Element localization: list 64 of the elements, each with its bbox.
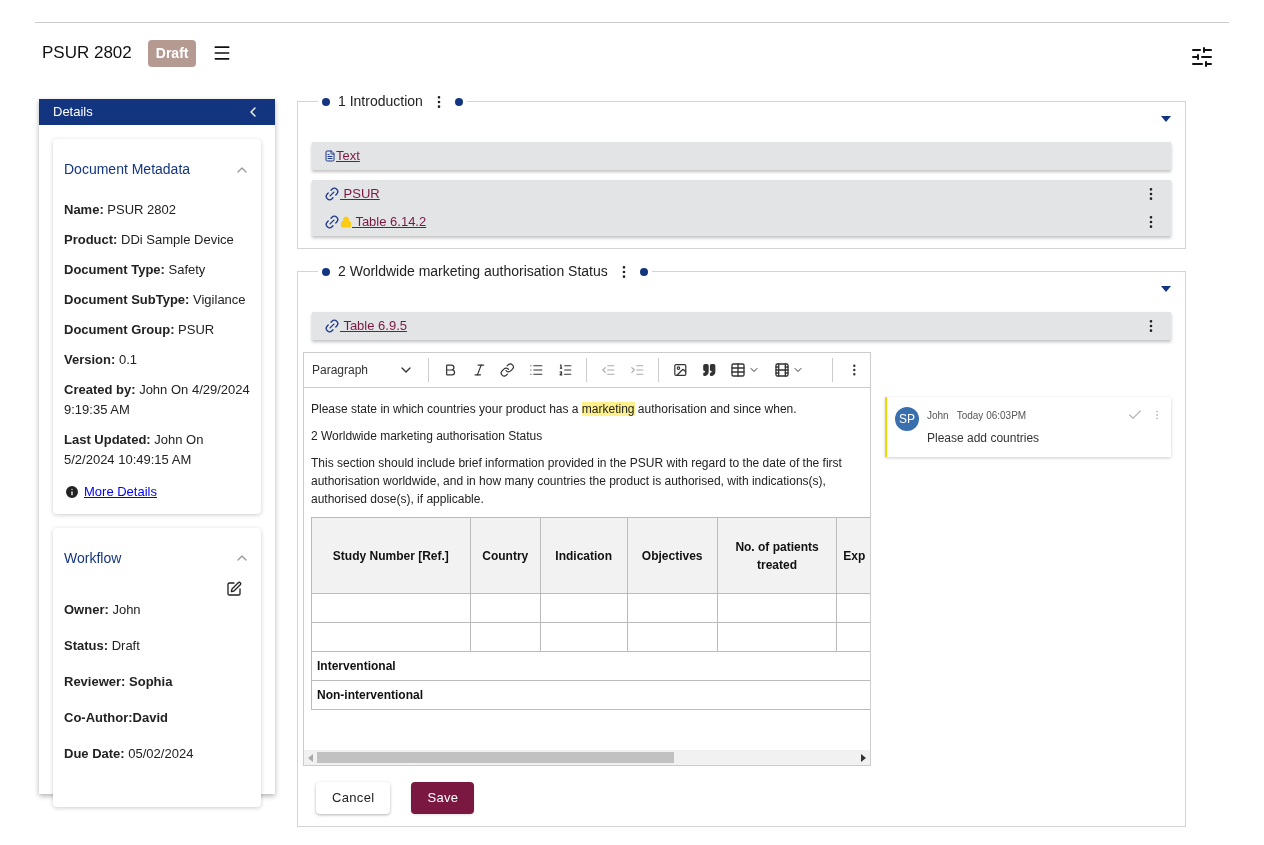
panel-title: Details — [53, 103, 93, 122]
media-icon[interactable] — [774, 362, 791, 378]
info-icon — [64, 483, 80, 500]
paragraph-text: Please state in which countries your product has a marketing authorisation and since when. — [311, 401, 798, 418]
field-text: Owner: John — [64, 600, 142, 619]
save-button[interactable]: Save — [411, 782, 475, 814]
field-text: Version: 0.1 — [64, 351, 138, 369]
table-header-cell: Study Number [Ref.] — [311, 517, 471, 594]
horizontal-scrollbar[interactable] — [304, 750, 870, 765]
paragraph-text: 2 Worldwide marketing authorisation Status — [311, 428, 544, 445]
content-link[interactable]: PSUR — [340, 184, 380, 204]
card-title: Workflow — [64, 548, 122, 568]
document-icon — [324, 150, 336, 162]
comment-author: John — [927, 408, 949, 423]
content-link[interactable]: Table 6.9.5 — [340, 316, 407, 336]
collapse-caret-icon[interactable] — [1161, 286, 1171, 292]
field-text: Status: Draft — [64, 636, 141, 655]
comment-text: Please add countries — [927, 430, 1041, 447]
cancel-button[interactable]: Cancel — [316, 782, 391, 814]
field-text: Co-Author:David — [64, 708, 169, 727]
table-header-cell: Indication — [540, 517, 628, 594]
numbered-list-icon[interactable] — [557, 362, 573, 378]
status-badge: Draft — [147, 39, 197, 67]
settings-icon[interactable] — [1190, 45, 1214, 69]
quote-icon[interactable] — [701, 362, 717, 378]
field-text: Product: DDi Sample Device — [64, 231, 235, 249]
content-link[interactable]: Table 6.14.2 — [352, 212, 427, 232]
document-title: PSUR 2802 — [42, 42, 132, 65]
table-cell: Non-interventional — [311, 680, 870, 710]
scroll-right-icon[interactable] — [861, 753, 866, 762]
lock-icon — [340, 216, 352, 228]
table-header-cell: Country — [470, 517, 541, 594]
section-title: 1 Introduction — [338, 92, 423, 111]
more-details-link[interactable]: More Details — [84, 482, 157, 502]
edit-icon[interactable] — [226, 580, 242, 597]
field-text: Document Type: Safety — [64, 261, 207, 279]
comment-time: Today 06:03PM — [956, 408, 1027, 423]
field-text: Document Group: PSUR — [64, 321, 216, 339]
card-title: Document Metadata — [64, 160, 191, 179]
table-header-cell: Objectives — [627, 517, 718, 594]
field-text: Name: PSUR 2802 — [64, 201, 177, 219]
bold-icon[interactable] — [443, 362, 458, 378]
table-icon[interactable] — [730, 362, 747, 378]
bullet-list-icon[interactable] — [528, 362, 544, 378]
field-text: Created by: John On 4/29/2024 9:19:35 AM — [64, 381, 250, 419]
table-cell — [470, 622, 541, 652]
field-text: Last Updated: John On 5/2/2024 10:49:15 AM — [64, 431, 205, 469]
field-text: Document SubType: Vigilance — [64, 291, 247, 309]
field-text: Reviewer: Sophia — [64, 672, 174, 691]
link-icon[interactable] — [500, 362, 515, 378]
italic-icon[interactable] — [471, 362, 487, 378]
section-title: 2 Worldwide marketing authorisation Status — [338, 262, 608, 281]
table-header-cell: Exp — [836, 517, 870, 594]
table-header-cell: No. of patients treated — [717, 517, 837, 594]
table-cell — [470, 593, 541, 623]
content-link[interactable]: Text — [336, 146, 360, 166]
avatar: SP — [895, 407, 919, 431]
field-text: Due Date: 05/02/2024 — [64, 744, 195, 763]
paragraph-text: This section should include brief information provided in the PSUR with regard to the date of the first authorisation worldwide, and in how many countries the product is authorised, with indications(s), authorised dose(s), if applicable. — [311, 455, 843, 508]
image-icon[interactable] — [673, 362, 688, 378]
block-format-dropdown[interactable]: Paragraph — [312, 361, 415, 379]
table-cell: Interventional — [311, 651, 870, 681]
collapse-caret-icon[interactable] — [1161, 116, 1171, 122]
rich-text-editor[interactable] — [303, 352, 871, 766]
